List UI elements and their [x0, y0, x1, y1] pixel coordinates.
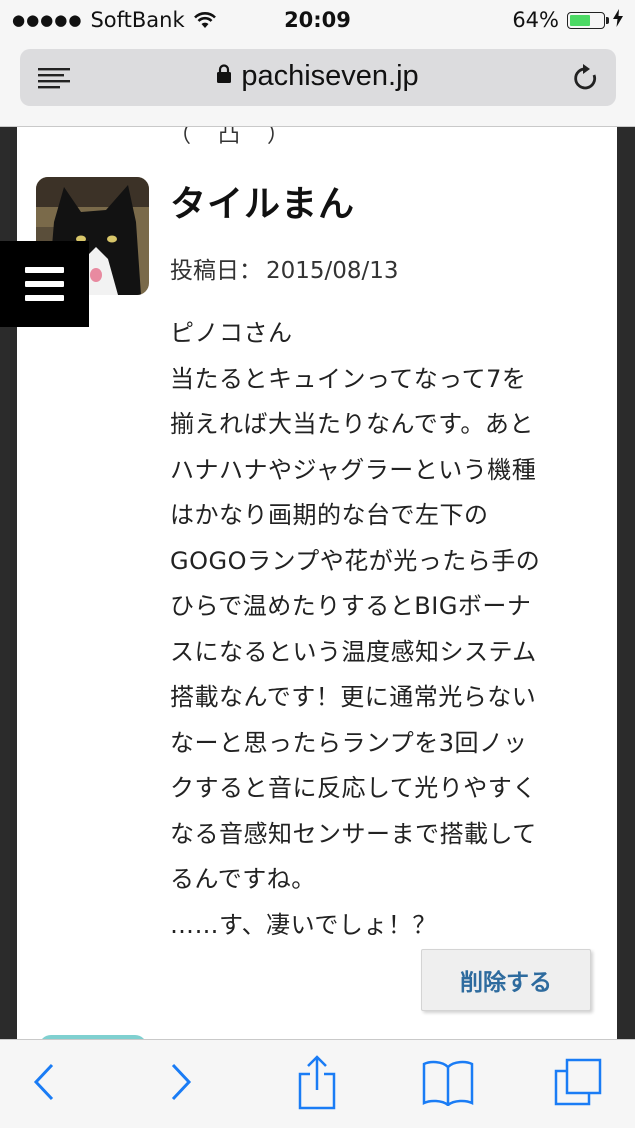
forward-icon: [170, 1063, 192, 1105]
charging-icon: [613, 8, 623, 32]
status-bar: ●●●●● SoftBank 20:09 64%: [0, 0, 635, 40]
forward-button[interactable]: [153, 1040, 209, 1128]
comment-line: 当たるとキュインってなって7を: [170, 364, 527, 393]
comment-line: ハナハナやジャグラーという機種: [170, 455, 537, 484]
address-bar[interactable]: pachiseven.jp: [20, 49, 616, 106]
url-display[interactable]: pachiseven.jp: [20, 60, 616, 94]
comment-card: （ 凸 ） タイルまん 投稿日： 2015/08/13 ピノコさん 当たるとキュイ…: [17, 127, 617, 1039]
comment-line: ひらで温めたりするとBIGボーナ: [170, 592, 532, 620]
post-date-label: 投稿日：: [170, 258, 262, 284]
comment-line: なーと思ったらランプを3回ノッ: [170, 728, 528, 757]
post-date-value: 2015/08/13: [266, 258, 399, 284]
comment-line: 搭載なんです！更に通常光らない: [170, 683, 537, 711]
comment-line: 揃えれば大当たりなんです。あと: [170, 410, 534, 438]
hamburger-icon: [25, 295, 64, 301]
tabs-button[interactable]: [548, 1040, 608, 1128]
bookmarks-icon: [421, 1058, 475, 1110]
menu-toggle-button[interactable]: [0, 241, 89, 327]
back-button[interactable]: [16, 1040, 72, 1128]
comment-line: ……す、凄いでしょ！？: [170, 910, 437, 939]
browser-toolbar: [0, 1039, 635, 1128]
share-icon: [297, 1054, 337, 1114]
hamburger-icon: [25, 267, 64, 273]
comment-line: はかなり画期的な台で左下の: [170, 501, 489, 529]
comment-body: ピノコさん 当たるとキュインってなって7を 揃えれば大当たりなんです。あと ハナ…: [170, 311, 600, 948]
comment-line: なる音感知センサーまで搭載して: [170, 819, 537, 848]
delete-button[interactable]: 削除する: [421, 949, 591, 1011]
post-date: 投稿日： 2015/08/13: [170, 251, 399, 285]
share-button[interactable]: [287, 1040, 347, 1128]
comment-author: タイルまん: [170, 184, 356, 225]
battery-percent: 64%: [512, 8, 559, 32]
lock-icon: [217, 58, 232, 91]
browser-nav-bar: pachiseven.jp: [0, 40, 635, 127]
bookmarks-button[interactable]: [418, 1040, 478, 1128]
comment-line: ピノコさん: [170, 319, 293, 347]
status-right: 64%: [512, 8, 623, 32]
url-text: pachiseven.jp: [241, 60, 419, 92]
tabs-icon: [553, 1057, 603, 1111]
comment-line: クすると音に反応して光りやすく: [170, 774, 537, 802]
previous-comment-fragment: （ 凸 ）: [169, 127, 299, 148]
back-icon: [33, 1063, 55, 1105]
comment-line: るんですね。: [170, 865, 316, 893]
battery-level: [570, 14, 590, 26]
comment-line: スになるという温度感知システム: [170, 637, 537, 666]
battery-icon: [567, 11, 609, 29]
hamburger-icon: [25, 281, 64, 287]
reload-icon[interactable]: [572, 63, 600, 97]
comment-line: GOGOランプや花が光ったら手の: [170, 546, 541, 575]
